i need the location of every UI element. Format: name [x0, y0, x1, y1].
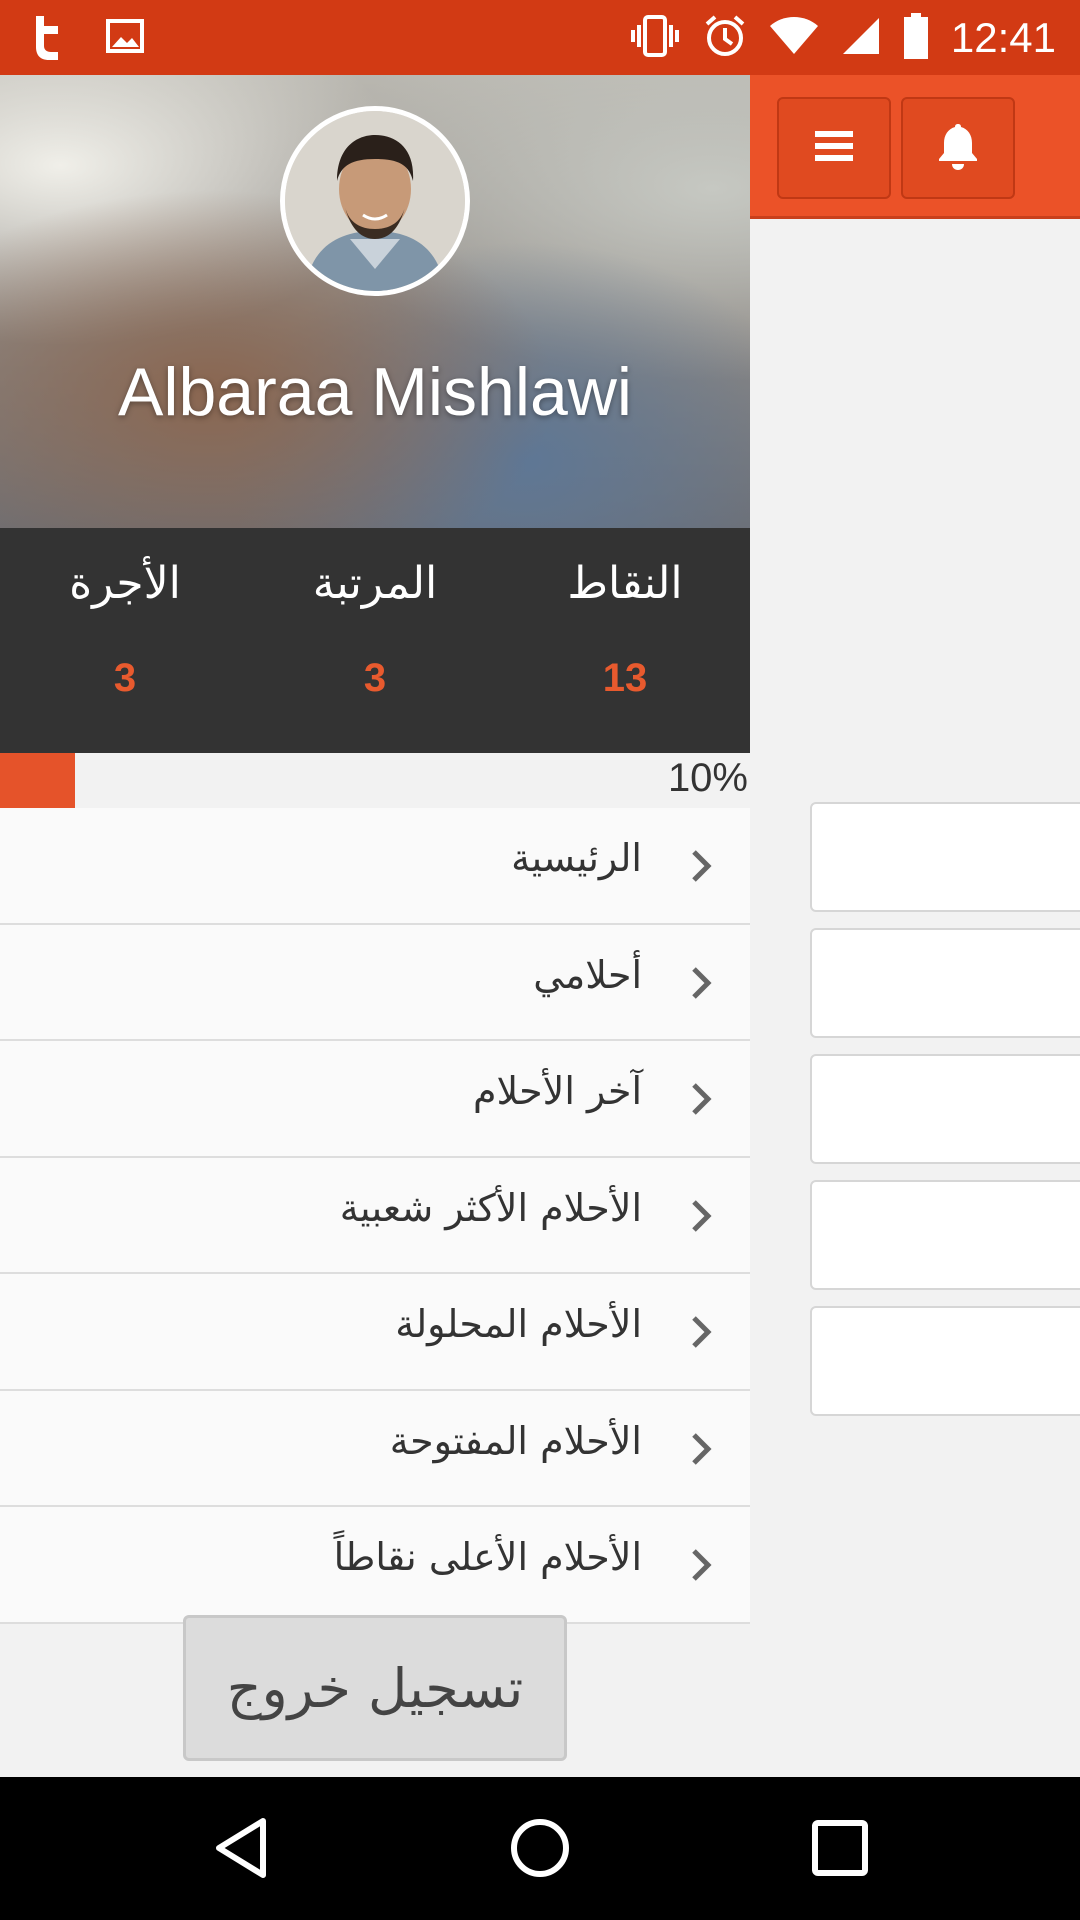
content-card[interactable] — [810, 928, 1080, 1038]
chevron-right-icon — [692, 850, 712, 882]
menu-item-label: الأحلام الأعلى نقاطاً — [333, 1535, 642, 1579]
stat-value: 3 — [363, 656, 387, 700]
menu-item-label: الأحلام المحلولة — [395, 1302, 642, 1346]
back-icon[interactable] — [205, 1813, 275, 1883]
menu-item-label: أحلامي — [533, 952, 642, 997]
navigation-drawer: Albaraa Mishlawi الأجرة 3 المرتبة 3 النق… — [0, 75, 750, 1777]
stat-label: النقاط — [567, 558, 683, 609]
profile-header: Albaraa Mishlawi — [0, 75, 750, 528]
system-nav-bar — [0, 1777, 1080, 1920]
menu-item-label: الرئيسية — [511, 836, 642, 880]
menu-item-label: الأحلام الأكثر شعبية — [339, 1185, 642, 1230]
content-card[interactable] — [810, 802, 1080, 912]
menu-item-label: آخر الأحلام — [472, 1069, 642, 1113]
chevron-right-icon — [692, 1199, 712, 1232]
avatar[interactable] — [280, 106, 470, 296]
stat-label: الأجرة — [69, 558, 181, 609]
content-card[interactable] — [810, 1054, 1080, 1164]
stat-label: المرتبة — [312, 558, 438, 609]
stat-rank: المرتبة 3 — [250, 528, 500, 753]
bell-icon — [936, 122, 980, 174]
app-header — [750, 75, 1080, 219]
stat-value: 13 — [602, 656, 648, 700]
recents-icon[interactable] — [805, 1813, 875, 1883]
vibrate-icon — [629, 14, 681, 61]
content-card[interactable] — [810, 1180, 1080, 1290]
home-icon[interactable] — [505, 1813, 575, 1883]
menu-item-my-dreams[interactable]: أحلامي — [0, 924, 750, 1041]
progress-fill — [0, 753, 75, 808]
menu-item-home[interactable]: الرئيسية — [0, 808, 750, 925]
progress-bar: 10% — [0, 753, 750, 808]
hamburger-icon — [813, 128, 855, 168]
image-icon — [106, 17, 144, 59]
battery-icon — [903, 12, 929, 63]
clock: 12:41 — [950, 13, 1056, 61]
stats-panel: الأجرة 3 المرتبة 3 النقاط 13 — [0, 528, 750, 753]
drawer-menu: الرئيسية أحلامي آخر الأحلام الأحلام الأك… — [0, 808, 750, 1624]
stat-points: النقاط 13 — [500, 528, 750, 753]
chevron-right-icon — [692, 1432, 712, 1465]
chevron-right-icon — [692, 1083, 712, 1115]
menu-item-solved-dreams[interactable]: الأحلام المحلولة — [0, 1274, 750, 1391]
wifi-icon — [769, 16, 819, 60]
menu-item-popular-dreams[interactable]: الأحلام الأكثر شعبية — [0, 1157, 750, 1274]
status-bar: 12:41 — [0, 0, 1080, 75]
menu-item-label: الأحلام المفتوحة — [389, 1418, 642, 1463]
progress-text: 10% — [667, 756, 748, 800]
alarm-icon — [703, 14, 747, 62]
stat-wage: الأجرة 3 — [0, 528, 250, 753]
content-card[interactable] — [810, 1306, 1080, 1416]
notifications-button[interactable] — [901, 97, 1015, 199]
chevron-right-icon — [692, 1316, 712, 1348]
profile-name: Albaraa Mishlawi — [118, 354, 632, 430]
chevron-right-icon — [692, 1549, 712, 1581]
logout-button[interactable]: تسجيل خروج — [183, 1615, 567, 1761]
menu-item-open-dreams[interactable]: الأحلام المفتوحة — [0, 1390, 750, 1507]
chevron-right-icon — [692, 966, 712, 999]
menu-button[interactable] — [777, 97, 891, 199]
app-t-icon — [30, 12, 66, 64]
signal-icon — [841, 16, 881, 60]
stat-value: 3 — [113, 656, 137, 700]
menu-item-top-points-dreams[interactable]: الأحلام الأعلى نقاطاً — [0, 1507, 750, 1624]
menu-item-latest-dreams[interactable]: آخر الأحلام — [0, 1041, 750, 1158]
